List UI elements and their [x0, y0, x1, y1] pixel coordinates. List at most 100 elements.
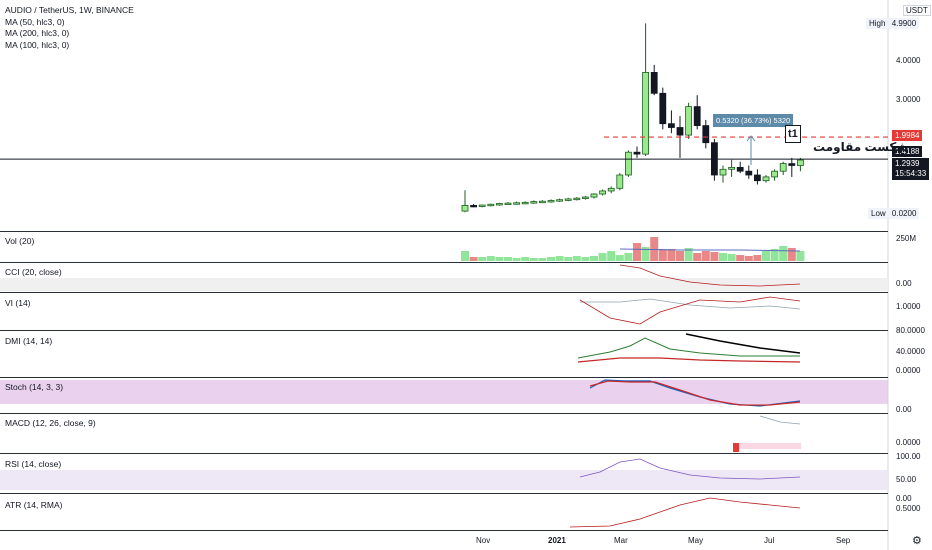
volume-bar	[710, 252, 719, 261]
cci-tick: 0.00	[896, 279, 912, 288]
candle-body	[495, 203, 503, 206]
candle-body	[676, 127, 684, 136]
volume-bar	[555, 256, 564, 261]
dmi-tick: 80.0000	[896, 326, 925, 335]
volume-bar	[719, 253, 727, 261]
low-value: 0.0200	[891, 209, 917, 218]
resistance-break-text[interactable]: شکست مقاومت	[813, 140, 908, 154]
candle-body	[470, 204, 478, 208]
pane-separator[interactable]	[0, 493, 888, 494]
rsi-tick: 100.00	[896, 452, 921, 461]
candle-body	[642, 72, 649, 155]
measure-label[interactable]: 0.5320 (36.73%) 5320	[713, 114, 794, 127]
volume-bar	[633, 243, 641, 261]
macd-pane-label[interactable]: MACD (12, 26, close, 9)	[5, 418, 96, 428]
pane-separator[interactable]	[0, 262, 888, 263]
chart-canvas[interactable]	[0, 0, 932, 550]
volume-bar	[512, 258, 521, 261]
gear-icon[interactable]: ⚙	[912, 534, 922, 547]
symbol-legend[interactable]: AUDIO / TetherUS, 1W, BINANCE MA (50, hl…	[5, 5, 134, 51]
price-tick: 3.0000	[896, 95, 921, 104]
vi-plus	[580, 298, 801, 310]
dmi-plus	[577, 337, 800, 359]
currency-label[interactable]: USDT	[903, 5, 931, 16]
time-tick: Jul	[764, 536, 775, 545]
rsi-tick: 50.00	[896, 475, 917, 484]
candle-body	[659, 92, 667, 125]
candle-body	[590, 193, 598, 198]
candle-body	[607, 187, 615, 192]
candle-body	[702, 125, 710, 144]
volume-bar	[564, 257, 573, 261]
time-tick: Sep	[836, 536, 851, 545]
macd-line	[759, 415, 801, 425]
high-label: High 4.9900	[866, 18, 920, 29]
ma-50-legend[interactable]: MA (50, hlc3, 0)	[5, 17, 134, 29]
candle-body	[745, 170, 753, 176]
rsi-pane-label[interactable]: RSI (14, close)	[5, 459, 61, 469]
pane-separator[interactable]	[0, 413, 888, 414]
volume-bar	[521, 257, 530, 261]
price-tick: 4.0000	[896, 56, 921, 65]
volume-bar	[727, 254, 736, 261]
candle-body	[625, 151, 632, 176]
dmi-pane-label[interactable]: DMI (14, 14)	[5, 336, 52, 346]
candle-body	[547, 200, 555, 203]
volume-bar	[590, 256, 598, 261]
candle-body	[779, 163, 787, 172]
candle-body	[728, 166, 735, 170]
pane-separator[interactable]	[0, 330, 888, 331]
volume-bar	[667, 249, 676, 261]
stoch-band	[0, 380, 888, 404]
candle-body	[599, 190, 606, 195]
symbol-title[interactable]: AUDIO / TetherUS, 1W, BINANCE	[5, 5, 134, 17]
low-label: Low 0.0200	[868, 208, 920, 219]
pane-separator[interactable]	[0, 231, 888, 232]
volume-pane-label[interactable]: Vol (20)	[5, 236, 34, 246]
candle-body	[616, 174, 624, 189]
candle-body	[513, 202, 520, 205]
volume-bar	[762, 251, 770, 261]
candle-body	[461, 204, 469, 212]
atr-pane-label[interactable]: ATR (14, RMA)	[5, 500, 62, 510]
ma-200-legend[interactable]: MA (200, hlc3, 0)	[5, 28, 134, 40]
chart-area[interactable]: AUDIO / TetherUS, 1W, BINANCE MA (50, hl…	[0, 0, 932, 550]
candle-body	[521, 201, 529, 205]
volume-bar	[650, 237, 659, 261]
time-tick: Nov	[476, 536, 491, 545]
high-value: 4.9900	[891, 19, 917, 28]
stoch-pane-label[interactable]: Stoch (14, 3, 3)	[5, 382, 63, 392]
candle-body	[797, 159, 804, 166]
volume-bar	[701, 251, 710, 261]
dmi-tick: 0.0000	[896, 366, 921, 375]
cci-pane-label[interactable]: CCI (20, close)	[5, 267, 62, 277]
ma-100-legend[interactable]: MA (100, hlc3, 0)	[5, 40, 134, 52]
candle-body	[582, 196, 589, 199]
volume-bar	[598, 253, 607, 261]
time-tick: 2021	[548, 536, 566, 545]
volume-bar	[796, 251, 805, 261]
bar-countdown: 15:54:33	[895, 169, 927, 178]
pane-separator[interactable]	[0, 292, 888, 293]
pane-separator[interactable]	[0, 530, 888, 531]
candle-body	[788, 163, 796, 166]
current-price-tag: 1.2939 15:54:33	[892, 158, 930, 180]
volume-bar	[779, 246, 788, 261]
atr-tick: 0.5000	[896, 504, 921, 513]
candle-body	[668, 123, 675, 128]
volume-bar	[486, 256, 495, 261]
marker-t1[interactable]: t1	[785, 125, 801, 143]
candle-body	[564, 198, 572, 201]
candle-body	[556, 199, 563, 202]
pane-separator[interactable]	[0, 377, 888, 378]
pane-separator[interactable]	[0, 453, 888, 454]
candle-body	[633, 151, 641, 155]
volume-bar	[469, 257, 478, 261]
dmi-tick: 40.0000	[896, 347, 925, 356]
vi-pane-label[interactable]: VI (14)	[5, 298, 31, 308]
volume-bar	[736, 255, 745, 261]
volume-bar	[744, 256, 753, 261]
candle-body	[487, 203, 495, 207]
volume-bar	[572, 256, 581, 261]
adx-line	[685, 333, 801, 354]
